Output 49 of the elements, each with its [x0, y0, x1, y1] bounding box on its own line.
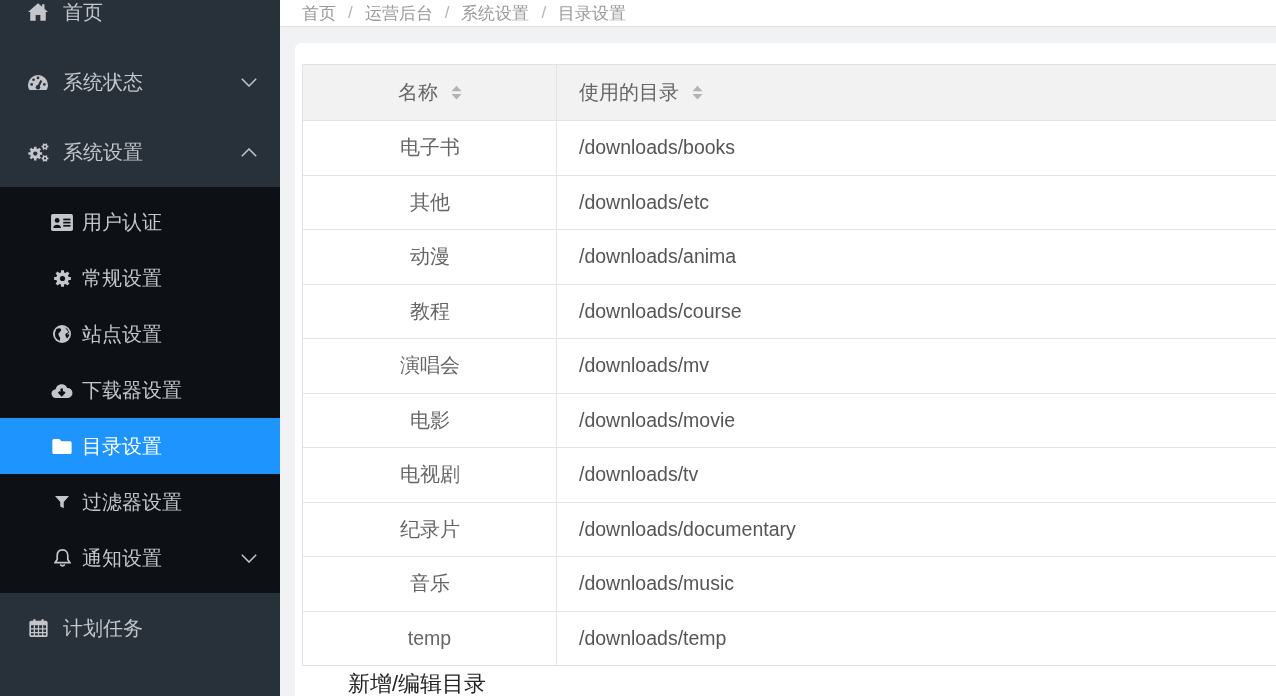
table-cell: 电影 [303, 393, 557, 447]
table-cell-text: /downloads/documentary [578, 516, 797, 542]
table-cell: 动漫 [303, 230, 557, 284]
table-cell-text: /downloads/tv [578, 462, 700, 488]
table-cell-text: /downloads/mv [578, 353, 711, 379]
sidebar-menu-item[interactable]: 系统设置 [0, 117, 280, 187]
breadcrumb-separator: / [444, 3, 450, 23]
table-cell-text: /downloads/books [578, 135, 737, 161]
table-cell-text: /downloads/movie [578, 407, 737, 433]
section-heading: 新增/编辑目录 [348, 672, 488, 696]
table-cell: 纪录片 [303, 502, 557, 556]
globe-icon [53, 325, 71, 343]
submenu-item[interactable]: 用户认证 [0, 194, 280, 250]
sort-icon [692, 85, 703, 100]
submenu-item[interactable]: 下载器设置 [0, 362, 280, 418]
cloud-download-icon [51, 382, 73, 398]
sidebar-menu-item[interactable]: 计划任务 [0, 593, 280, 663]
submenu-item[interactable]: 常规设置 [0, 250, 280, 306]
column-header[interactable]: 使用的目录 [557, 65, 1276, 120]
table-cell: 演唱会 [303, 339, 557, 393]
id-card-icon [51, 213, 73, 231]
sidebar-menu-item[interactable]: 系统状态 [0, 47, 280, 117]
submenu-item[interactable]: 过滤器设置 [0, 474, 280, 530]
table-cell: temp [303, 611, 557, 665]
submenu-item[interactable]: 通知设置 [0, 530, 280, 586]
gears-icon [27, 142, 49, 162]
table-cell-text: /downloads/music [578, 571, 735, 597]
table-cell: 音乐 [303, 557, 557, 611]
table-cell-text: /downloads/temp [578, 625, 728, 651]
sidebar-menu-item[interactable]: 首页 [0, 0, 280, 47]
gear-icon [53, 269, 71, 287]
gauge-icon [28, 74, 48, 90]
folder-icon [52, 438, 72, 454]
calendar-icon [28, 619, 48, 637]
table-cell: 教程 [303, 284, 557, 338]
breadcrumb-separator: / [348, 3, 353, 23]
funnel-icon [55, 495, 69, 509]
column-header[interactable]: 名称 [303, 65, 557, 120]
table-cell: 电视剧 [303, 448, 557, 502]
table-cell: 电子书 [303, 121, 557, 175]
sort-icon [450, 85, 462, 100]
table-cell-text: /downloads/anima [578, 244, 738, 270]
table-cell-text: /downloads/etc [578, 189, 711, 215]
bell-icon [53, 549, 71, 567]
submenu-item[interactable]: 站点设置 [0, 306, 280, 362]
breadcrumb-separator: / [541, 3, 547, 23]
table-cell-text: /downloads/course [578, 298, 743, 324]
table-cell: 其他 [303, 175, 557, 229]
home-icon [28, 3, 48, 21]
